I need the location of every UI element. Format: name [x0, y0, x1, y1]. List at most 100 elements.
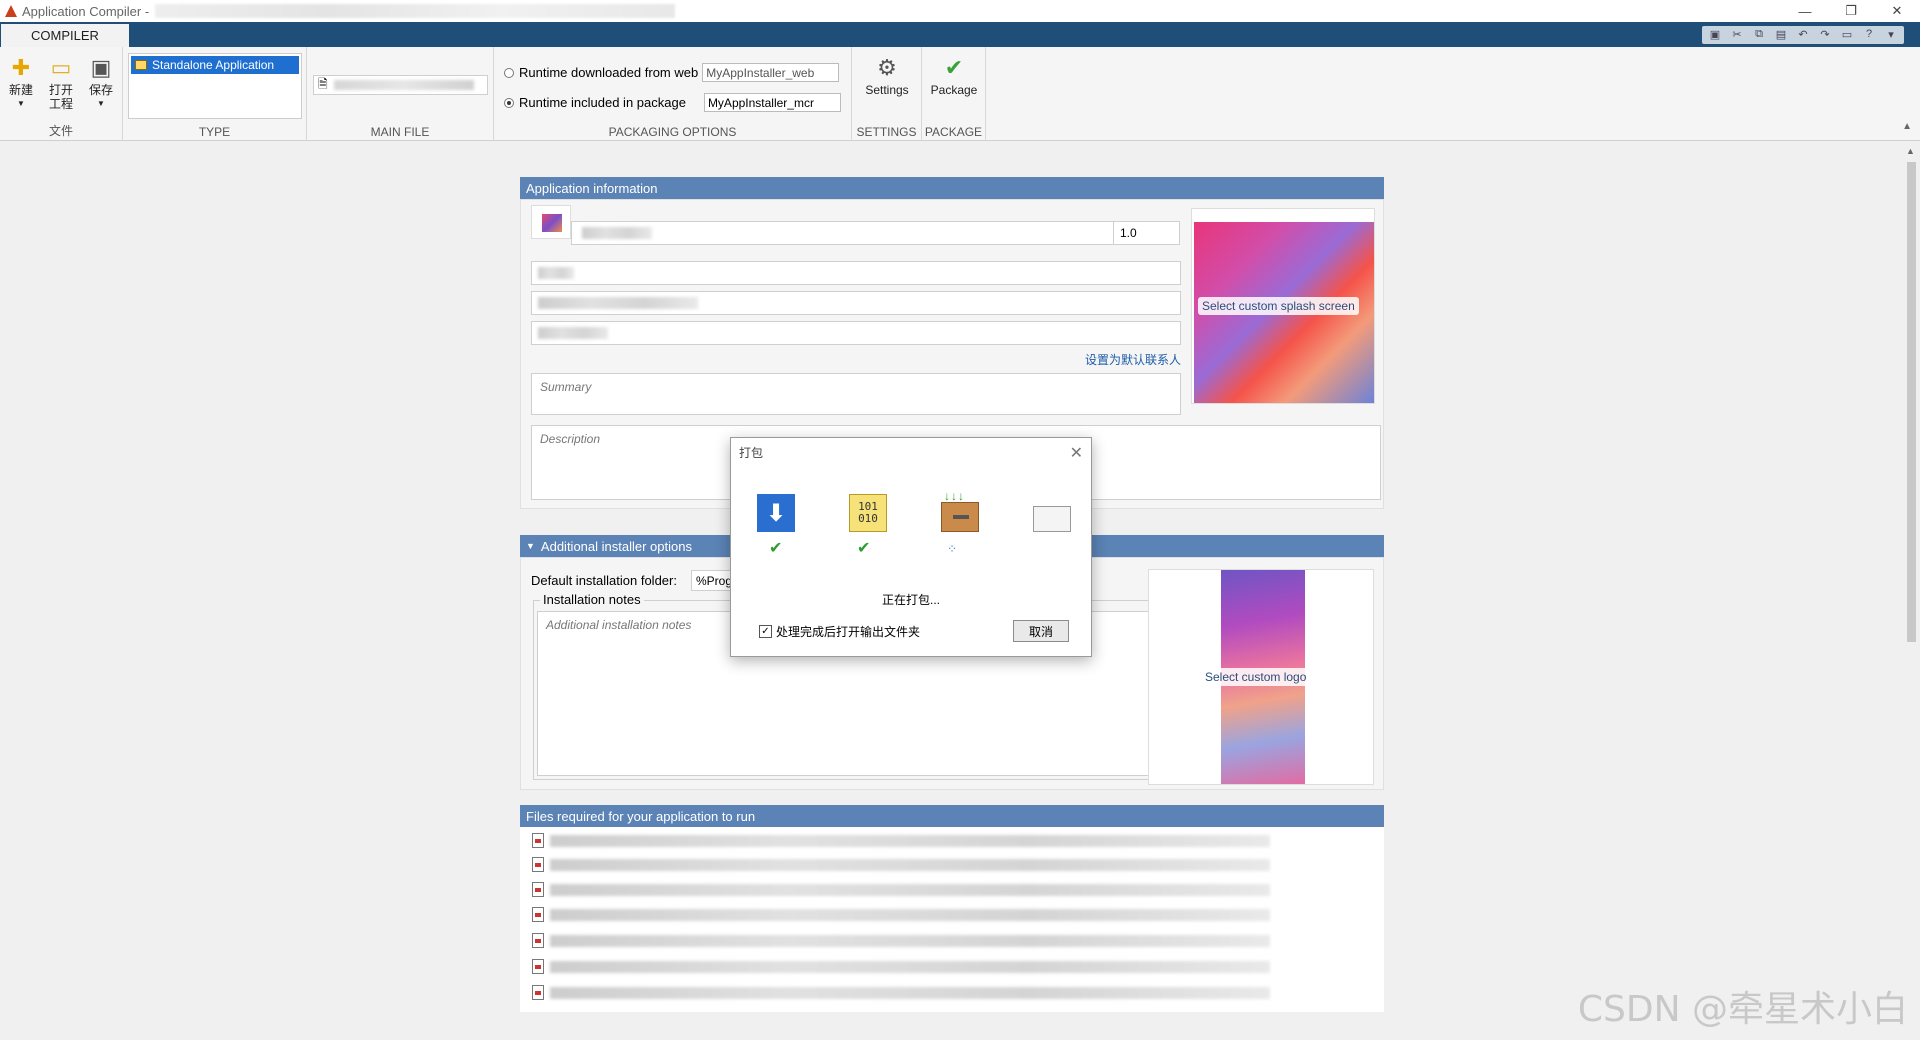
redo-icon[interactable]: ↷	[1816, 26, 1834, 42]
close-icon[interactable]: ✕	[1874, 0, 1920, 22]
vertical-scrollbar[interactable]: ▲	[1903, 142, 1920, 1040]
list-item[interactable]	[520, 957, 1384, 977]
app-icon[interactable]	[531, 205, 571, 239]
type-group: Standalone Application TYPE	[123, 47, 307, 141]
ribbon: ✚ 新建 ▼ ▭ 打开 工程 ▣ 保存 ▼ 文件 Standalone Appl…	[0, 47, 1920, 141]
cancel-button[interactable]: 取消	[1013, 620, 1069, 642]
list-item[interactable]	[520, 855, 1384, 875]
title-bar: Application Compiler - — ❐ ✕	[0, 0, 1920, 22]
window-controls: — ❐ ✕	[1782, 0, 1920, 22]
package-group-title: PACKAGE	[924, 125, 983, 139]
window-title: Application Compiler -	[22, 3, 150, 19]
tab-bar: COMPILER ▣ ✂ ⧉ ▤ ↶ ↷ ▭ ? ▾	[0, 22, 1920, 47]
switch-window-icon[interactable]: ▭	[1838, 26, 1856, 42]
package-installer-name-input[interactable]	[703, 93, 841, 112]
packaging-dialog: 打包 ✕ ⬇ 101 010 ↓↓↓ ✔ ✔ ⁘ 正在打包... ✓ 处理完成后打…	[730, 437, 1092, 657]
splash-screen-selector[interactable]: Select custom splash screen	[1191, 208, 1375, 404]
open-output-folder-option[interactable]: ✓ 处理完成后打开输出文件夹	[759, 623, 920, 640]
gear-icon: ⚙	[877, 55, 897, 80]
app-info-header: Application information	[520, 177, 1384, 199]
undo-icon[interactable]: ↶	[1794, 26, 1812, 42]
author-name-field[interactable]	[531, 261, 1181, 285]
packaging-group-title: PACKAGING OPTIONS	[608, 125, 737, 139]
settings-button[interactable]: ⚙ Settings	[857, 55, 917, 98]
floppy-icon: ▣	[90, 55, 112, 80]
file-icon	[532, 833, 544, 848]
main-file-name-blurred	[333, 80, 474, 90]
quick-access-toolbar: ▣ ✂ ⧉ ▤ ↶ ↷ ▭ ? ▾	[1702, 26, 1904, 44]
binary-compile-icon: 101 010	[849, 494, 887, 532]
cut-icon[interactable]: ✂	[1728, 26, 1746, 42]
packaging-status: 正在打包...	[881, 593, 940, 607]
dialog-close-icon[interactable]: ✕	[1070, 443, 1083, 463]
new-plus-icon: ✚	[11, 55, 31, 80]
dialog-title: 打包	[739, 445, 764, 460]
list-item[interactable]	[520, 983, 1384, 1003]
file-group-title: 文件	[48, 124, 73, 138]
settings-group-title: SETTINGS	[856, 125, 917, 139]
package-button[interactable]: ✔ Package	[924, 55, 984, 98]
list-item[interactable]	[520, 831, 1384, 851]
settings-group: ⚙ Settings SETTINGS	[852, 47, 922, 141]
step3-progress-spinner-icon: ⁘	[947, 542, 958, 556]
files-required-list	[520, 827, 1384, 1012]
installation-notes-label: Installation notes	[540, 592, 644, 607]
runtime-web-option[interactable]: Runtime downloaded from web	[504, 63, 840, 82]
minimize-icon[interactable]: —	[1782, 0, 1828, 22]
new-button[interactable]: ✚ 新建 ▼	[6, 55, 36, 111]
type-option-standalone[interactable]: Standalone Application	[131, 56, 299, 74]
checkmark-icon: ✔	[944, 55, 964, 80]
open-output-folder-checkbox[interactable]: ✓	[759, 625, 772, 638]
matlab-icon	[4, 4, 18, 18]
main-file-group-title: MAIN FILE	[370, 125, 430, 139]
main-file-group: 🗎 MAIN FILE	[307, 47, 494, 141]
packaging-steps: ⬇ 101 010 ↓↓↓	[757, 489, 1071, 532]
scroll-up-icon[interactable]: ▲	[1906, 146, 1915, 156]
type-group-title: TYPE	[198, 125, 231, 139]
open-project-button[interactable]: ▭ 打开 工程	[44, 55, 78, 112]
watermark: CSDN @牵星术小白	[1577, 989, 1908, 1030]
packaging-options-group: Runtime downloaded from web Runtime incl…	[494, 47, 852, 141]
file-icon	[532, 985, 544, 1000]
main-file-field[interactable]: 🗎	[313, 75, 488, 95]
set-default-contact-link[interactable]: 设置为默认联系人	[1085, 351, 1181, 368]
runtime-package-radio[interactable]	[504, 97, 514, 108]
app-name-field[interactable]	[571, 221, 1131, 245]
package-box-icon: ↓↓↓	[941, 489, 979, 532]
list-item[interactable]	[520, 905, 1384, 925]
list-item[interactable]	[520, 880, 1384, 900]
runtime-package-option[interactable]: Runtime included in package	[504, 93, 841, 112]
help-icon[interactable]: ?	[1860, 26, 1878, 42]
file-icon	[532, 959, 544, 974]
company-field[interactable]	[531, 321, 1181, 345]
collapse-triangle-icon: ▼	[526, 541, 535, 551]
collapse-ribbon-icon[interactable]: ▲	[1902, 121, 1912, 132]
list-item[interactable]	[520, 931, 1384, 951]
email-field[interactable]	[531, 291, 1181, 315]
summary-field[interactable]: Summary	[531, 373, 1181, 415]
runtime-web-radio[interactable]	[504, 67, 514, 78]
save-button[interactable]: ▣ 保存 ▼	[86, 55, 116, 111]
paste-icon[interactable]: ▤	[1772, 26, 1790, 42]
logo-selector[interactable]: Select custom logo	[1148, 569, 1374, 785]
restore-icon[interactable]: ❐	[1828, 0, 1874, 22]
file-icon	[532, 857, 544, 872]
save-icon[interactable]: ▣	[1706, 26, 1724, 42]
tab-compiler[interactable]: COMPILER	[1, 24, 129, 47]
files-required-header: Files required for your application to r…	[520, 805, 1384, 827]
app-type-icon	[135, 60, 147, 70]
download-arrow-icon: ⬇	[757, 494, 795, 532]
window-title-blurred	[155, 4, 676, 18]
file-icon	[532, 933, 544, 948]
copy-icon[interactable]: ⧉	[1750, 26, 1768, 42]
type-list[interactable]: Standalone Application	[128, 53, 302, 119]
version-field[interactable]	[1113, 221, 1180, 245]
step1-complete-check-icon: ✔	[769, 540, 783, 557]
dropdown-icon[interactable]: ▾	[1882, 26, 1900, 42]
output-folder-icon	[1033, 506, 1071, 532]
scrollbar-thumb[interactable]	[1907, 162, 1916, 642]
folder-open-icon: ▭	[50, 55, 72, 80]
install-folder-label: Default installation folder:	[531, 573, 677, 588]
file-group: ✚ 新建 ▼ ▭ 打开 工程 ▣ 保存 ▼ 文件	[0, 47, 123, 141]
web-installer-name-input[interactable]	[702, 63, 840, 82]
